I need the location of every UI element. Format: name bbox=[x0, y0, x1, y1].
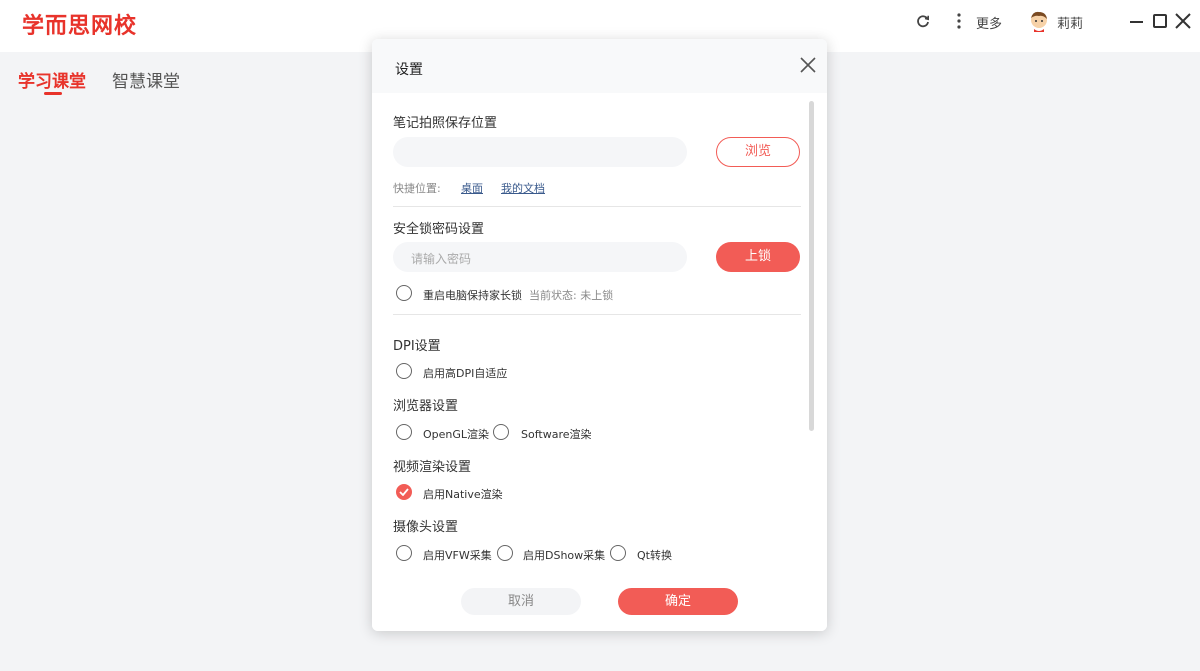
keep-lock-radio[interactable] bbox=[396, 285, 412, 301]
close-icon[interactable] bbox=[800, 57, 816, 73]
more-button[interactable]: 更多 bbox=[976, 13, 1002, 32]
keep-lock-label: 重启电脑保持家长锁 bbox=[423, 289, 522, 302]
tab-smart-class[interactable]: 智慧课堂 bbox=[112, 67, 180, 92]
high-dpi-radio[interactable] bbox=[396, 363, 412, 379]
check-icon bbox=[399, 488, 409, 496]
refresh-icon[interactable] bbox=[916, 14, 930, 28]
lock-status-text: 当前状态: 未上锁 bbox=[529, 289, 614, 302]
maximize-button[interactable] bbox=[1153, 14, 1167, 28]
tab-study-class[interactable]: 学习课堂 bbox=[18, 67, 86, 92]
dshow-radio[interactable] bbox=[497, 545, 513, 561]
photo-save-label: 笔记拍照保存位置 bbox=[393, 116, 498, 131]
window-close-icon[interactable] bbox=[1174, 12, 1192, 30]
settings-dialog: 设置 笔记拍照保存位置 浏览 快捷位置: 桌面 我的文档 安全锁密码设置 请输入… bbox=[372, 39, 827, 631]
software-radio[interactable] bbox=[493, 424, 509, 440]
high-dpi-option-label: 启用高DPI自适应 bbox=[423, 367, 508, 380]
qt-convert-option-label: Qt转换 bbox=[637, 549, 672, 562]
ok-button[interactable]: 确定 bbox=[618, 588, 738, 615]
opengl-radio[interactable] bbox=[396, 424, 412, 440]
dialog-scrollbar[interactable] bbox=[809, 101, 814, 431]
user-name[interactable]: 莉莉 bbox=[1057, 13, 1083, 32]
security-lock-label: 安全锁密码设置 bbox=[393, 222, 485, 237]
avatar[interactable] bbox=[1029, 10, 1049, 32]
lock-button[interactable]: 上锁 bbox=[716, 242, 800, 272]
qt-convert-radio[interactable] bbox=[610, 545, 626, 561]
password-input[interactable]: 请输入密码 bbox=[393, 242, 687, 272]
vfw-radio[interactable] bbox=[396, 545, 412, 561]
more-icon[interactable] bbox=[952, 12, 966, 30]
dialog-header: 设置 bbox=[372, 39, 827, 93]
browse-button[interactable]: 浏览 bbox=[716, 137, 800, 167]
native-render-option-label: 启用Native渲染 bbox=[423, 488, 503, 501]
active-tab-indicator bbox=[44, 92, 62, 95]
video-render-label: 视频渲染设置 bbox=[393, 460, 472, 475]
divider bbox=[393, 206, 801, 207]
native-render-radio[interactable] bbox=[396, 484, 412, 500]
dialog-footer bbox=[372, 575, 827, 631]
quick-documents-link[interactable]: 我的文档 bbox=[501, 180, 545, 196]
minimize-button[interactable] bbox=[1130, 21, 1143, 23]
photo-save-path-field[interactable] bbox=[393, 137, 687, 167]
app-logo: 学而思网校 bbox=[22, 14, 138, 39]
vfw-option-label: 启用VFW采集 bbox=[423, 549, 492, 562]
dialog-title: 设置 bbox=[395, 62, 423, 78]
divider bbox=[393, 314, 801, 315]
dshow-option-label: 启用DShow采集 bbox=[523, 549, 606, 562]
browser-settings-label: 浏览器设置 bbox=[393, 399, 459, 414]
quick-location-label: 快捷位置: bbox=[393, 182, 441, 195]
camera-settings-label: 摄像头设置 bbox=[393, 520, 459, 535]
dpi-label: DPI设置 bbox=[393, 339, 441, 354]
quick-desktop-link[interactable]: 桌面 bbox=[461, 180, 483, 196]
software-option-label: Software渲染 bbox=[521, 428, 592, 441]
cancel-button[interactable]: 取消 bbox=[461, 588, 581, 615]
opengl-option-label: OpenGL渲染 bbox=[423, 428, 490, 441]
